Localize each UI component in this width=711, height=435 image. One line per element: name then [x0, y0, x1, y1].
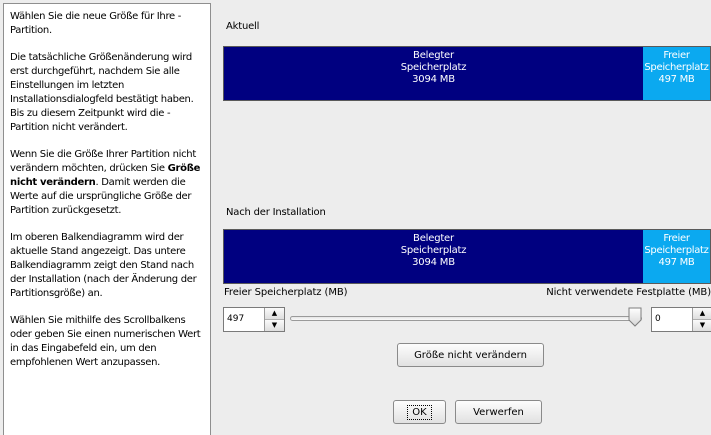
- free-label: Speicherplatz: [644, 245, 709, 256]
- current-used-segment: Belegter Speicherplatz 3094 MB: [224, 47, 643, 100]
- ok-button[interactable]: OK: [393, 400, 446, 424]
- cancel-label: Verwerfen: [473, 406, 524, 418]
- free-space-input[interactable]: 497: [224, 308, 264, 331]
- current-usage-bar: Belegter Speicherplatz 3094 MB Freier Sp…: [223, 46, 711, 101]
- free-value: 497 MB: [658, 74, 695, 85]
- free-space-caption: Freier Speicherplatz (MB): [224, 287, 348, 298]
- help-paragraph: Wenn Sie die Größe Ihrer Partition nicht…: [10, 148, 204, 218]
- keep-size-button[interactable]: Größe nicht verändern: [397, 343, 544, 367]
- current-label: Aktuell: [226, 21, 260, 32]
- after-used-segment: Belegter Speicherplatz 3094 MB: [224, 230, 643, 283]
- slider-handle[interactable]: [628, 307, 642, 327]
- free-label: Freier: [663, 233, 690, 244]
- cancel-button[interactable]: Verwerfen: [455, 400, 542, 424]
- free-label: Speicherplatz: [644, 62, 709, 73]
- spin-down-icon[interactable]: ▼: [693, 320, 711, 331]
- unused-disk-spinbox[interactable]: 0 ▲ ▼: [651, 307, 711, 332]
- current-free-segment: Freier Speicherplatz 497 MB: [643, 47, 710, 100]
- used-value: 3094 MB: [412, 257, 455, 268]
- free-value: 497 MB: [658, 257, 695, 268]
- used-label: Speicherplatz: [400, 62, 467, 73]
- spin-down-icon[interactable]: ▼: [265, 320, 284, 331]
- size-slider-track[interactable]: [290, 316, 642, 321]
- keep-size-label: Größe nicht verändern: [414, 349, 527, 361]
- used-value: 3094 MB: [412, 74, 455, 85]
- ok-label: OK: [407, 404, 432, 420]
- spin-up-icon[interactable]: ▲: [265, 308, 284, 320]
- help-paragraph: Wählen Sie mithilfe des Scrollbalkens od…: [10, 315, 201, 368]
- free-label: Freier: [663, 50, 690, 61]
- help-panel: Wählen Sie die neue Größe für Ihre -Part…: [3, 3, 211, 435]
- used-label: Belegter: [413, 50, 454, 61]
- after-usage-bar: Belegter Speicherplatz 3094 MB Freier Sp…: [223, 229, 711, 284]
- used-label: Speicherplatz: [400, 245, 467, 256]
- spin-up-icon[interactable]: ▲: [693, 308, 711, 320]
- unused-disk-input[interactable]: 0: [652, 308, 692, 331]
- free-space-spinbox[interactable]: 497 ▲ ▼: [223, 307, 285, 332]
- unused-disk-caption: Nicht verwendete Festplatte (MB): [546, 287, 711, 298]
- after-free-segment: Freier Speicherplatz 497 MB: [643, 230, 710, 283]
- help-paragraph: Wählen Sie die neue Größe für Ihre -Part…: [10, 11, 182, 36]
- help-paragraph: Im oberen Balkendiagramm wird der aktuel…: [10, 232, 197, 299]
- after-installation-label: Nach der Installation: [226, 207, 326, 218]
- used-label: Belegter: [413, 233, 454, 244]
- help-paragraph: Die tatsächliche Größenänderung wird ers…: [10, 52, 194, 133]
